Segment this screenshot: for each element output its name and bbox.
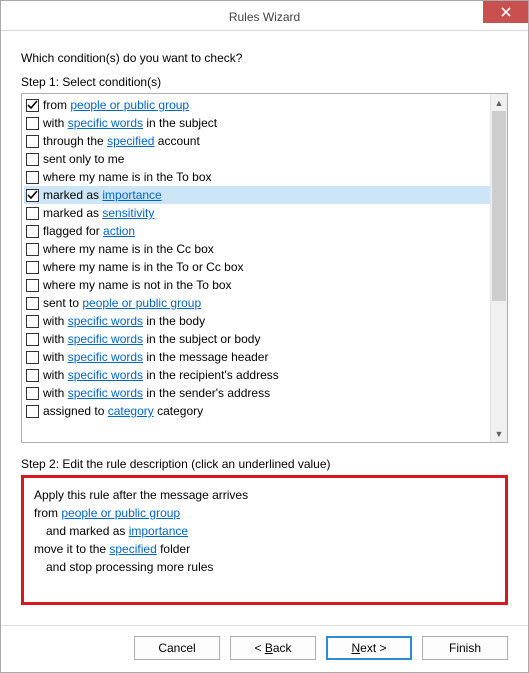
condition-row[interactable]: from people or public group (24, 96, 490, 114)
step1-label: Step 1: Select condition(s) (21, 75, 508, 89)
condition-link[interactable]: specific words (68, 314, 143, 328)
step2-label: Step 2: Edit the rule description (click… (21, 457, 508, 471)
condition-checkbox[interactable] (26, 279, 39, 292)
condition-row[interactable]: marked as sensitivity (24, 204, 490, 222)
desc-line: and stop processing more rules (34, 558, 495, 576)
condition-text: flagged for action (43, 224, 135, 238)
condition-text: where my name is in the To box (43, 170, 212, 184)
condition-checkbox[interactable] (26, 99, 39, 112)
condition-text: marked as sensitivity (43, 206, 154, 220)
condition-row[interactable]: with specific words in the body (24, 312, 490, 330)
chevron-up-icon: ▲ (495, 98, 504, 108)
condition-checkbox[interactable] (26, 225, 39, 238)
condition-link[interactable]: specific words (68, 386, 143, 400)
condition-text: assigned to category category (43, 404, 203, 418)
window-title: Rules Wizard (1, 8, 528, 24)
condition-checkbox[interactable] (26, 207, 39, 220)
rules-wizard-window: Rules Wizard Which condition(s) do you w… (0, 0, 529, 673)
condition-row[interactable]: where my name is in the To box (24, 168, 490, 186)
chevron-down-icon: ▼ (495, 429, 504, 439)
condition-link[interactable]: people or public group (70, 98, 189, 112)
condition-row[interactable]: through the specified account (24, 132, 490, 150)
conditions-listbox: from people or public group with specific… (21, 93, 508, 443)
close-icon (501, 5, 511, 20)
back-button[interactable]: < Back (230, 636, 316, 660)
dialog-content: Which condition(s) do you want to check?… (1, 31, 528, 625)
condition-text: through the specified account (43, 134, 200, 148)
scroll-down-button[interactable]: ▼ (491, 425, 507, 442)
condition-checkbox[interactable] (26, 333, 39, 346)
desc-link-importance[interactable]: importance (129, 524, 188, 538)
condition-checkbox[interactable] (26, 189, 39, 202)
button-row: Cancel < Back Next > Finish (1, 625, 528, 672)
conditions-items[interactable]: from people or public group with specific… (22, 94, 490, 442)
title-bar: Rules Wizard (1, 1, 528, 31)
condition-text: with specific words in the subject (43, 116, 217, 130)
condition-checkbox[interactable] (26, 405, 39, 418)
condition-checkbox[interactable] (26, 117, 39, 130)
condition-link[interactable]: people or public group (82, 296, 201, 310)
condition-row[interactable]: sent to people or public group (24, 294, 490, 312)
desc-line: and marked as importance (34, 522, 495, 540)
condition-text: with specific words in the sender's addr… (43, 386, 270, 400)
condition-checkbox[interactable] (26, 351, 39, 364)
condition-text: where my name is not in the To box (43, 278, 232, 292)
condition-link[interactable]: specific words (68, 332, 143, 346)
condition-text: with specific words in the message heade… (43, 350, 268, 364)
close-button[interactable] (483, 1, 528, 23)
condition-row[interactable]: with specific words in the recipient's a… (24, 366, 490, 384)
condition-checkbox[interactable] (26, 315, 39, 328)
condition-text: with specific words in the subject or bo… (43, 332, 260, 346)
condition-link[interactable]: action (103, 224, 135, 238)
condition-text: from people or public group (43, 98, 189, 112)
condition-checkbox[interactable] (26, 387, 39, 400)
cancel-button[interactable]: Cancel (134, 636, 220, 660)
rule-description-box: Apply this rule after the message arrive… (21, 475, 508, 605)
condition-row[interactable]: with specific words in the sender's addr… (24, 384, 490, 402)
condition-link[interactable]: specific words (68, 350, 143, 364)
condition-row[interactable]: sent only to me (24, 150, 490, 168)
condition-checkbox[interactable] (26, 135, 39, 148)
condition-checkbox[interactable] (26, 171, 39, 184)
condition-checkbox[interactable] (26, 297, 39, 310)
condition-link[interactable]: category (108, 404, 154, 418)
scroll-up-button[interactable]: ▲ (491, 94, 507, 111)
condition-checkbox[interactable] (26, 243, 39, 256)
condition-checkbox[interactable] (26, 369, 39, 382)
condition-row[interactable]: marked as importance (24, 186, 490, 204)
desc-link-from[interactable]: people or public group (61, 506, 180, 520)
finish-button[interactable]: Finish (422, 636, 508, 660)
condition-row[interactable]: where my name is in the Cc box (24, 240, 490, 258)
next-button[interactable]: Next > (326, 636, 412, 660)
desc-line: move it to the specified folder (34, 540, 495, 558)
prompt-text: Which condition(s) do you want to check? (21, 51, 508, 65)
condition-row[interactable]: flagged for action (24, 222, 490, 240)
condition-checkbox[interactable] (26, 261, 39, 274)
condition-text: marked as importance (43, 188, 162, 202)
condition-link[interactable]: sensitivity (102, 206, 154, 220)
condition-row[interactable]: where my name is in the To or Cc box (24, 258, 490, 276)
condition-text: with specific words in the recipient's a… (43, 368, 279, 382)
condition-link[interactable]: specific words (68, 116, 143, 130)
scroll-thumb[interactable] (492, 111, 506, 301)
condition-link[interactable]: importance (102, 188, 161, 202)
condition-checkbox[interactable] (26, 153, 39, 166)
condition-row[interactable]: with specific words in the message heade… (24, 348, 490, 366)
condition-row[interactable]: with specific words in the subject or bo… (24, 330, 490, 348)
condition-text: sent only to me (43, 152, 124, 166)
condition-text: where my name is in the Cc box (43, 242, 214, 256)
desc-line: from people or public group (34, 504, 495, 522)
desc-line: Apply this rule after the message arrive… (34, 486, 495, 504)
condition-row[interactable]: with specific words in the subject (24, 114, 490, 132)
condition-row[interactable]: assigned to category category (24, 402, 490, 420)
condition-text: sent to people or public group (43, 296, 201, 310)
condition-text: with specific words in the body (43, 314, 205, 328)
condition-link[interactable]: specified (107, 134, 154, 148)
scrollbar[interactable]: ▲ ▼ (490, 94, 507, 442)
condition-text: where my name is in the To or Cc box (43, 260, 244, 274)
condition-row[interactable]: where my name is not in the To box (24, 276, 490, 294)
condition-link[interactable]: specific words (68, 368, 143, 382)
desc-link-folder[interactable]: specified (109, 542, 156, 556)
